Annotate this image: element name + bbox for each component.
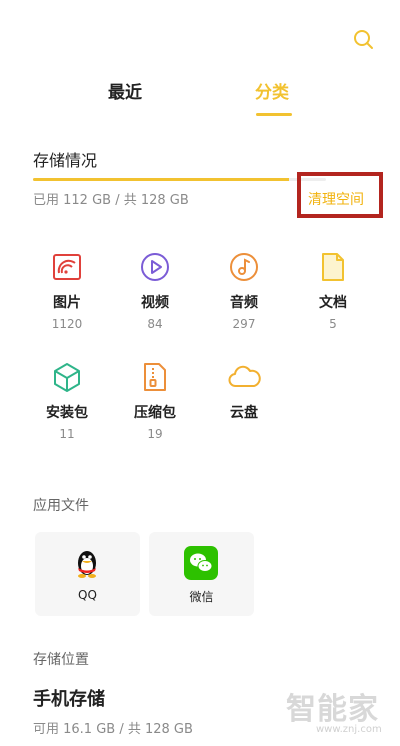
tab-bar: 最近 分类 [0, 78, 400, 118]
wechat-icon [184, 546, 218, 580]
storage-section-title: 存储情况 [33, 151, 98, 170]
tab-active-indicator [256, 113, 292, 116]
qq-penguin-icon [70, 546, 104, 580]
category-label: 视频 [141, 295, 169, 311]
category-label: 压缩包 [134, 405, 176, 421]
category-archives[interactable]: 压缩包 19 [119, 360, 191, 441]
category-count: 19 [147, 427, 163, 441]
category-label: 音频 [230, 295, 258, 311]
phone-storage-available-text: 可用 16.1 GB / 共 128 GB [33, 722, 193, 737]
image-icon [50, 250, 84, 284]
package-cube-icon [50, 360, 84, 394]
storage-used-text: 已用 112 GB / 共 128 GB [33, 193, 189, 208]
app-files-section-title: 应用文件 [33, 498, 89, 514]
watermark-url-text: www.znj.com [316, 724, 382, 735]
category-label: 图片 [53, 295, 81, 311]
storage-location-section-title: 存储位置 [33, 652, 89, 668]
search-button[interactable] [350, 26, 378, 54]
category-count: 297 [232, 317, 256, 331]
category-installers[interactable]: 安装包 11 [31, 360, 103, 441]
tab-category[interactable]: 分类 [255, 78, 289, 103]
category-audio[interactable]: 音频 297 [208, 250, 280, 331]
app-file-wechat[interactable]: 微信 [149, 532, 254, 616]
category-documents[interactable]: 文档 5 [297, 250, 369, 331]
video-play-icon [138, 250, 172, 284]
app-file-qq[interactable]: QQ [35, 532, 140, 616]
category-videos[interactable]: 视频 84 [119, 250, 191, 331]
cloud-icon [227, 360, 261, 394]
category-label: 安装包 [46, 405, 88, 421]
phone-storage-item[interactable]: 手机存储 [33, 685, 105, 711]
clean-space-button[interactable]: 清理空间 [308, 189, 364, 209]
category-images[interactable]: 图片 1120 [31, 250, 103, 331]
category-count: 5 [329, 317, 337, 331]
search-icon [354, 30, 373, 49]
category-count: 1120 [51, 317, 83, 331]
music-note-icon [227, 250, 261, 284]
document-icon [316, 250, 350, 284]
category-label: 文档 [319, 295, 347, 311]
watermark-main-text: 智能家 [286, 692, 379, 727]
watermark-logo: 智能家 www.znj.com [286, 684, 396, 742]
category-label: 云盘 [230, 405, 258, 421]
category-cloud-drive[interactable]: 云盘 [208, 360, 280, 422]
zip-file-icon [138, 360, 172, 394]
app-file-label: 微信 [189, 590, 214, 604]
app-file-label: QQ [78, 588, 97, 602]
tab-recent[interactable]: 最近 [108, 78, 142, 103]
category-count: 11 [59, 427, 75, 441]
storage-usage-bar [33, 178, 326, 181]
storage-usage-bar-fill [33, 178, 290, 181]
category-count: 84 [147, 317, 163, 331]
